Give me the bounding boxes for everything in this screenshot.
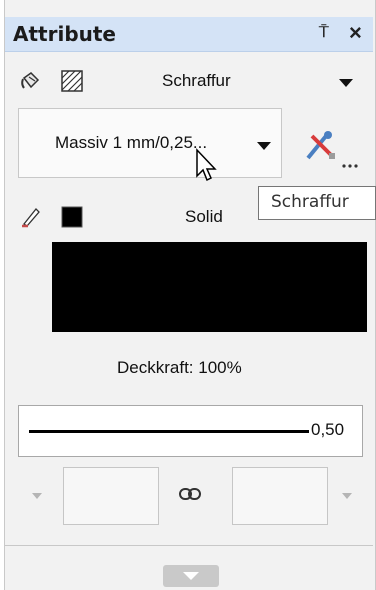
expand-button[interactable]: [163, 565, 219, 587]
color-swatch[interactable]: [52, 242, 367, 332]
opacity-label[interactable]: Deckkraft: 100%: [117, 358, 242, 378]
line-weight-selector[interactable]: 0,50: [18, 405, 363, 457]
left-dropdown-caret[interactable]: [32, 493, 42, 499]
chain-link-icon[interactable]: [178, 486, 202, 507]
panel-titlebar: Attribute ⍑ ×: [5, 17, 373, 52]
hatch-pattern-value: Massiv 1 mm/0,25...: [55, 133, 208, 152]
line-weight-value: 0,50: [311, 420, 345, 439]
fill-type-dropdown-caret[interactable]: [339, 79, 353, 87]
chevron-down-icon: [257, 142, 271, 150]
hatch-pattern-dropdown[interactable]: Massiv 1 mm/0,25...: [18, 108, 282, 178]
hatch-pattern-icon[interactable]: [61, 70, 83, 97]
right-dropdown-caret[interactable]: [342, 493, 352, 499]
pin-icon[interactable]: ⍑: [319, 24, 329, 42]
color-square-icon[interactable]: [61, 206, 83, 233]
panel-title: Attribute: [13, 22, 116, 46]
right-value-input[interactable]: [232, 467, 328, 525]
close-icon[interactable]: ×: [349, 20, 362, 46]
divider: [5, 545, 373, 546]
pen-icon[interactable]: [20, 206, 42, 233]
pen-type-label[interactable]: Solid: [185, 207, 223, 227]
tooltip: Schraffur: [258, 186, 376, 220]
left-value-input[interactable]: [63, 467, 159, 525]
hatch-edit-icon[interactable]: [302, 130, 364, 175]
line-weight-preview: [29, 430, 309, 433]
mouse-cursor-icon: [195, 148, 219, 189]
fill-type-label[interactable]: Schraffur: [162, 71, 231, 91]
chevron-down-icon: [183, 572, 199, 580]
paint-bucket-icon[interactable]: [20, 70, 42, 97]
